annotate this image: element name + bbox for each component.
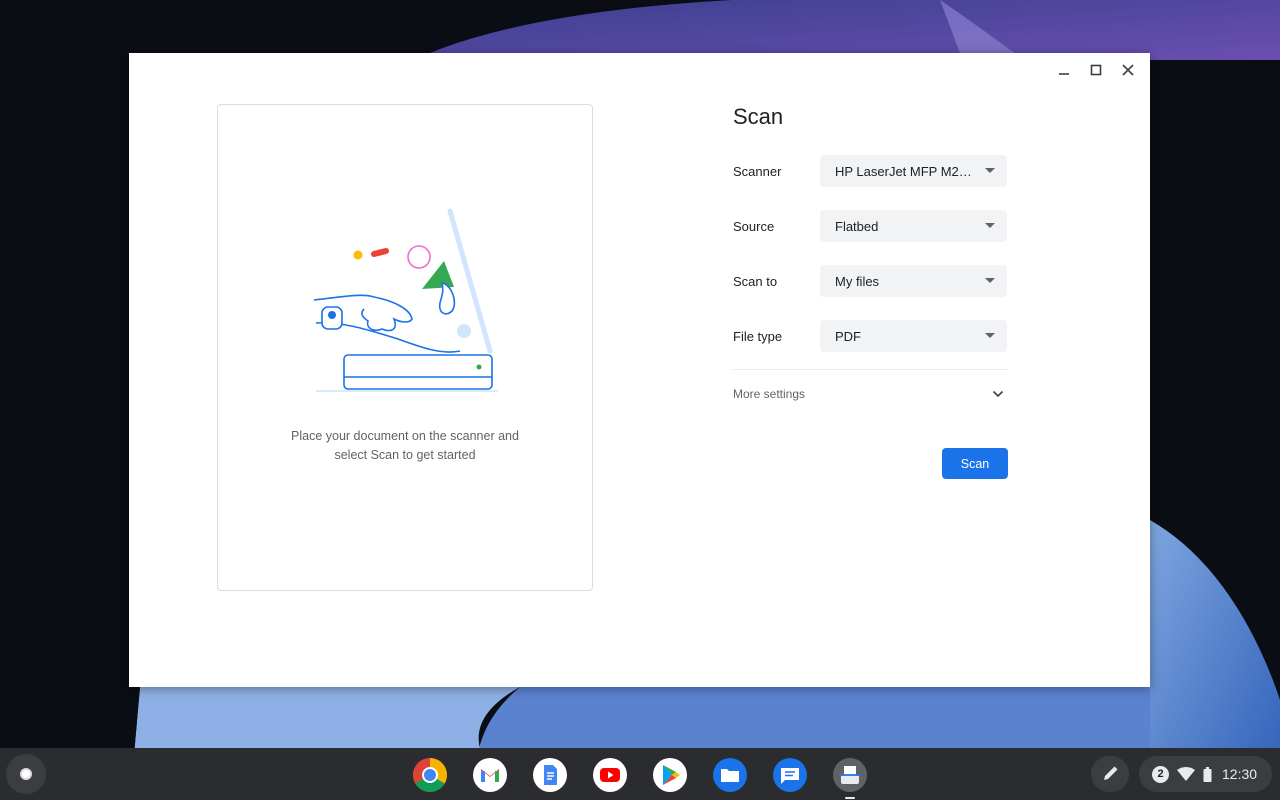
notification-count-badge: 2	[1152, 765, 1169, 783]
file-type-select[interactable]: PDF	[820, 320, 1007, 352]
scanner-value: HP LaserJet MFP M29…	[835, 163, 975, 179]
active-app-indicator	[845, 797, 855, 799]
status-tray[interactable]: 2 12:30	[1139, 756, 1272, 792]
scanner-select[interactable]: HP LaserJet MFP M29…	[820, 155, 1007, 187]
dropdown-arrow-icon	[985, 333, 995, 338]
files-icon[interactable]	[712, 757, 748, 793]
youtube-icon[interactable]	[592, 757, 628, 793]
preview-message-line1: Place your document on the scanner and	[291, 429, 519, 443]
preview-message-line2: select Scan to get started	[334, 448, 476, 462]
scan-app-window: Place your document on the scanner and s…	[129, 53, 1150, 687]
source-label: Source	[733, 218, 775, 234]
launcher-icon	[20, 768, 32, 780]
scanner-illustration	[313, 208, 498, 392]
pinned-apps	[412, 757, 868, 799]
dropdown-arrow-icon	[985, 168, 995, 173]
maximize-icon[interactable]	[1082, 59, 1110, 81]
more-settings-label: More settings	[733, 387, 806, 401]
scan-app-icon[interactable]	[832, 757, 868, 799]
play-store-icon[interactable]	[652, 757, 688, 793]
wifi-icon	[1177, 767, 1195, 781]
dropdown-arrow-icon	[985, 223, 995, 228]
launcher-button[interactable]	[6, 754, 46, 794]
scan-to-label: Scan to	[733, 273, 778, 289]
chevron-down-icon	[992, 390, 1004, 398]
stylus-tools-button[interactable]	[1091, 756, 1129, 792]
scanner-label: Scanner	[733, 163, 782, 179]
chrome-icon[interactable]	[412, 757, 448, 793]
file-type-row: File type PDF	[733, 320, 1008, 352]
messages-icon[interactable]	[772, 757, 808, 793]
scanner-row: Scanner HP LaserJet MFP M29…	[733, 155, 1008, 187]
file-type-label: File type	[733, 328, 783, 344]
dropdown-arrow-icon	[985, 278, 995, 283]
docs-icon[interactable]	[532, 757, 568, 793]
clock: 12:30	[1222, 766, 1258, 782]
scan-to-select[interactable]: My files	[820, 265, 1007, 297]
source-select[interactable]: Flatbed	[820, 210, 1007, 242]
preview-instructions: Place your document on the scanner and s…	[218, 427, 592, 465]
source-value: Flatbed	[835, 218, 879, 234]
window-controls	[1050, 59, 1142, 81]
shelf: 2 12:30	[0, 748, 1280, 800]
scan-to-row: Scan to My files	[733, 265, 1008, 297]
minimize-icon[interactable]	[1050, 59, 1078, 81]
scan-to-value: My files	[835, 273, 880, 289]
stylus-icon	[1104, 766, 1118, 780]
source-row: Source Flatbed	[733, 210, 1008, 242]
scan-settings-panel: Scan Scanner HP LaserJet MFP M29… Source…	[733, 103, 1008, 479]
scan-button[interactable]: Scan	[942, 448, 1008, 479]
page-title: Scan	[733, 104, 784, 129]
gmail-icon[interactable]	[472, 757, 508, 793]
more-settings-toggle[interactable]: More settings	[733, 370, 1008, 418]
file-type-value: PDF	[835, 328, 861, 344]
scan-preview-panel: Place your document on the scanner and s…	[217, 104, 593, 591]
close-icon[interactable]	[1114, 59, 1142, 81]
battery-icon	[1203, 766, 1212, 782]
